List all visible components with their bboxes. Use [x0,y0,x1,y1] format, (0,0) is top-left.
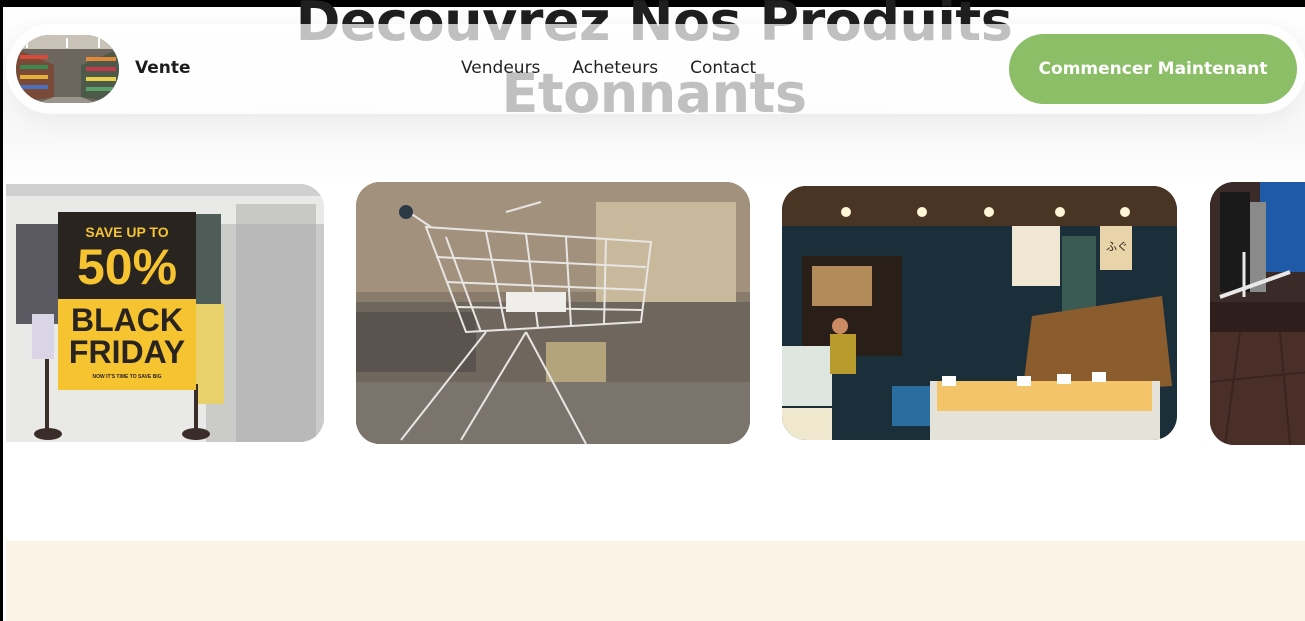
product-card-clothing-rack[interactable] [1210,182,1305,445]
poster-line-2: 50% [76,239,178,295]
nav-links: Vendeurs Acheteurs Contact [461,58,756,78]
nav-link-contact[interactable]: Contact [690,58,756,78]
poster-line-4: FRIDAY [68,334,186,370]
cream-section [6,541,1305,621]
nav-link-vendeurs[interactable]: Vendeurs [461,58,540,78]
nav-link-acheteurs[interactable]: Acheteurs [572,58,658,78]
brand-name[interactable]: Vente [135,58,191,78]
navbar: Vente Vendeurs Acheteurs Contact Commenc… [6,24,1305,114]
product-card-market-stall[interactable]: ふぐ [782,186,1177,440]
poster-line-3: BLACK [71,302,183,338]
poster-line-1: SAVE UP TO [85,224,169,240]
product-card-black-friday[interactable]: SAVE UP TO 50% BLACK FRIDAY NOW IT'S TIM… [6,184,324,442]
stall-sign: ふぐ [1106,240,1128,253]
poster-text: SAVE UP TO 50% BLACK FRIDAY NOW IT'S TIM… [58,224,196,380]
start-now-button[interactable]: Commencer Maintenant [1009,34,1297,104]
product-card-shopping-cart[interactable] [356,182,750,444]
poster-line-5: NOW IT'S TIME TO SAVE BIG [92,374,162,380]
logo-image[interactable] [16,35,119,103]
